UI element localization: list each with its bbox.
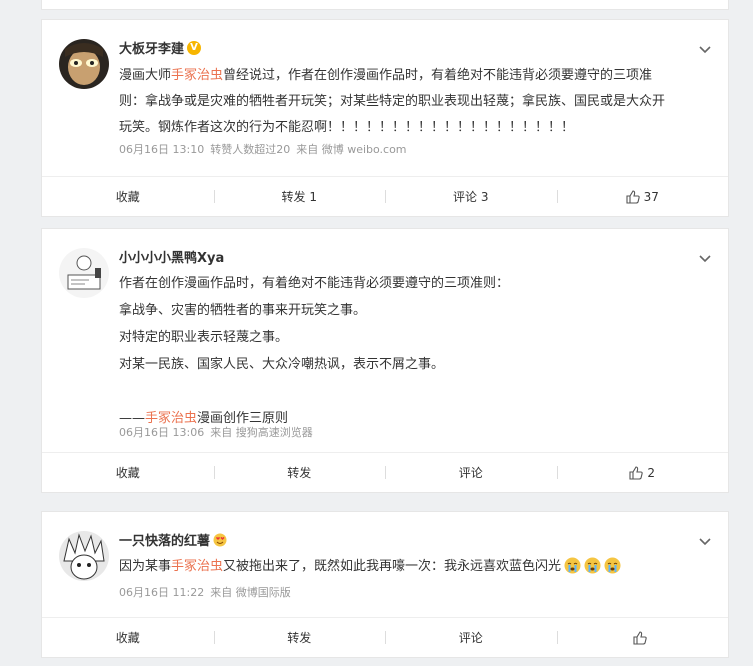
repost-label: 转发 1: [281, 190, 317, 204]
favorite-button[interactable]: 收藏: [42, 453, 214, 492]
avatar[interactable]: [59, 248, 109, 298]
favorite-button[interactable]: 收藏: [42, 177, 214, 216]
post-text-line: 拿战争、灾害的牺牲者的事来开玩笑之事。: [119, 303, 367, 318]
mention-link[interactable]: 手冢治虫: [171, 559, 223, 574]
comment-label: 评论 3: [453, 190, 489, 204]
crying-emoji-icon: [564, 557, 581, 574]
action-bar: 收藏 转发 1 评论 3 37: [42, 176, 728, 216]
repost-label: 转发: [287, 631, 312, 645]
post-meta: 06月16日 13:10 转赞人数超过20 来自 微博 weibo.com: [119, 141, 413, 157]
comment-button[interactable]: 评论: [385, 453, 557, 492]
action-bar: 收藏 转发 评论: [42, 617, 728, 657]
comment-label: 评论: [458, 466, 483, 480]
post-text-line: 因为某事手冢治虫又被拖出来了，既然如此我再嚎一次：我永远喜欢蓝色闪光: [119, 554, 709, 580]
post-text: 作者在创作漫画作品时，有着绝对不能违背必须要遵守的三项准则： 拿战争、灾害的牺牲…: [119, 270, 709, 432]
post-source: 来自 搜狗高速浏览器: [210, 426, 313, 439]
post-text-line: 则：拿战争或是灾难的牺牲者开玩笑；对某些特定的职业表现出轻蔑；拿民族、国民或是大…: [119, 94, 666, 109]
repost-button[interactable]: 转发: [213, 453, 386, 492]
post-meta: 06月16日 13:06 来自 搜狗高速浏览器: [119, 424, 319, 440]
post-card: 一只快落的红薯 因为某事手冢治虫又被拖出来了，既然如此我再嚎一次：我永远喜欢蓝色…: [41, 511, 729, 658]
like-count: 37: [643, 189, 659, 204]
post-text-line: 玩笑。钢炼作者这次的行为不能忍啊！！！！！！！！！！！！！！！！！！！: [119, 120, 575, 135]
author-name[interactable]: 大板牙李建 V: [119, 38, 202, 57]
author-label[interactable]: 一只快落的红薯: [119, 530, 210, 549]
post-card: 小小小小黑鸭Xya 作者在创作漫画作品时，有着绝对不能违背必须要遵守的三项准则：…: [41, 228, 729, 493]
repost-button[interactable]: 转发 1: [213, 177, 386, 216]
previous-post-card: [41, 0, 729, 10]
post-text-line: 漫画大师手冢治虫曾经说过，作者在创作漫画作品时，有着绝对不能违背必须要遵守的三项…: [119, 63, 709, 89]
comment-label: 评论: [458, 631, 483, 645]
text-segment: 又被拖出来了，既然如此我再嚎一次：我永远喜欢蓝色闪光: [223, 559, 562, 574]
comment-button[interactable]: 评论 3: [385, 177, 557, 216]
post-meta: 06月16日 11:22 来自 微博国际版: [119, 584, 297, 600]
post-source: 来自 微博国际版: [210, 586, 291, 599]
repost-label: 转发: [287, 466, 312, 480]
repost-count-note: 转赞人数超过20: [210, 143, 291, 156]
post-timestamp[interactable]: 06月16日 13:10: [119, 143, 204, 156]
author-label[interactable]: 大板牙李建: [119, 38, 184, 57]
post-text-line: 作者在创作漫画作品时，有着绝对不能违背必须要遵守的三项准则：: [119, 276, 510, 291]
verified-badge-icon: V: [187, 40, 202, 55]
avatar[interactable]: [59, 39, 109, 89]
author-name[interactable]: 一只快落的红薯: [119, 530, 227, 549]
favorite-label: 收藏: [115, 190, 140, 204]
text-segment: 曾经说过，作者在创作漫画作品时，有着绝对不能违背必须要遵守的三项准: [223, 68, 653, 83]
post-card: 大板牙李建 V 漫画大师手冢治虫曾经说过，作者在创作漫画作品时，有着绝对不能违背…: [41, 19, 729, 217]
heart-eyes-emoji-icon: [213, 533, 227, 546]
mention-link[interactable]: 手冢治虫: [171, 68, 223, 83]
like-count: 2: [647, 465, 656, 480]
like-button[interactable]: 2: [556, 453, 729, 492]
thumbs-up-icon: [629, 465, 644, 480]
favorite-button[interactable]: 收藏: [42, 618, 214, 657]
post-text: 漫画大师手冢治虫曾经说过，作者在创作漫画作品时，有着绝对不能违背必须要遵守的三项…: [119, 63, 709, 141]
favorite-label: 收藏: [115, 466, 140, 480]
crying-emoji-icon: [604, 557, 621, 574]
thumbs-up-icon: [633, 630, 647, 645]
post-timestamp[interactable]: 06月16日 11:22: [119, 586, 204, 599]
action-bar: 收藏 转发 评论 2: [42, 452, 728, 492]
author-name[interactable]: 小小小小黑鸭Xya: [119, 247, 224, 266]
repost-button[interactable]: 转发: [213, 618, 386, 657]
chevron-down-icon[interactable]: [698, 252, 712, 266]
text-segment: 漫画大师: [119, 68, 172, 83]
post-text-line: 对某一民族、国家人民、大众冷嘲热讽，表示不屑之事。: [119, 357, 445, 372]
crying-emoji-icon: [584, 557, 601, 574]
favorite-label: 收藏: [115, 631, 140, 645]
comment-button[interactable]: 评论: [385, 618, 557, 657]
post-source: 来自 微博 weibo.com: [296, 143, 407, 156]
author-label[interactable]: 小小小小黑鸭Xya: [119, 247, 224, 266]
like-button[interactable]: [556, 618, 729, 657]
like-button[interactable]: 37: [556, 177, 729, 216]
chevron-down-icon[interactable]: [698, 43, 712, 57]
post-text: 因为某事手冢治虫又被拖出来了，既然如此我再嚎一次：我永远喜欢蓝色闪光: [119, 554, 709, 580]
chevron-down-icon[interactable]: [698, 535, 712, 549]
post-text-line: 对特定的职业表示轻蔑之事。: [119, 330, 289, 345]
thumbs-up-icon: [626, 189, 640, 204]
post-timestamp[interactable]: 06月16日 13:06: [119, 426, 204, 439]
avatar[interactable]: [59, 531, 109, 581]
text-segment: 因为某事: [119, 559, 172, 574]
